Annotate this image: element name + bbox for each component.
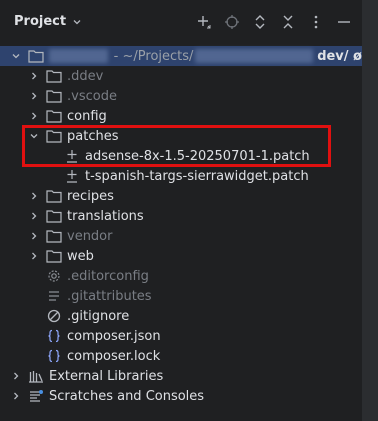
chevron-right-icon[interactable] xyxy=(10,390,22,402)
tree-item[interactable]: recipes xyxy=(0,186,362,206)
tree-item[interactable]: .editorconfig xyxy=(0,266,362,286)
tree-item[interactable]: composer.lock xyxy=(0,346,362,366)
tree-item[interactable]: .ddev xyxy=(0,66,362,86)
scrollbar[interactable] xyxy=(362,0,378,421)
collapse-all-icon[interactable] xyxy=(280,14,296,30)
project-view-selector[interactable]: Project xyxy=(14,14,82,29)
tree-item[interactable]: web xyxy=(0,246,362,266)
scratches-icon xyxy=(28,388,44,404)
tree-root-row[interactable]: - ~/Projects/ dev/ ø xyxy=(0,46,362,66)
chevron-right-icon[interactable] xyxy=(28,210,40,222)
folder-icon xyxy=(46,68,62,84)
folder-icon xyxy=(46,208,62,224)
tree-item-label: .gitignore xyxy=(67,308,130,324)
tree-item-label: translations xyxy=(67,208,144,224)
tree-item[interactable]: .vscode xyxy=(0,86,362,106)
tree-item-external-libraries[interactable]: External Libraries xyxy=(0,366,362,386)
folder-icon xyxy=(28,48,44,64)
tree-item-scratches[interactable]: Scratches and Consoles xyxy=(0,386,362,406)
json-icon xyxy=(46,348,62,364)
tree-item-label: composer.lock xyxy=(67,348,161,364)
tool-window-title: Project xyxy=(14,14,67,29)
folder-icon xyxy=(46,188,62,204)
project-path-suffix: dev/ ø xyxy=(317,48,362,64)
tree-item[interactable]: patches xyxy=(0,126,362,146)
chevron-down-icon xyxy=(72,17,82,27)
patch-icon xyxy=(64,148,80,164)
chevron-right-icon[interactable] xyxy=(28,70,40,82)
chevron-right-icon[interactable] xyxy=(28,90,40,102)
library-icon xyxy=(28,368,44,384)
minimize-icon[interactable] xyxy=(336,14,352,30)
project-path-prefix: - ~/Projects/ xyxy=(113,48,194,64)
add-icon[interactable] xyxy=(196,14,212,30)
ignore-icon xyxy=(46,308,62,324)
chevron-down-icon[interactable] xyxy=(10,50,22,62)
tree-item[interactable]: config xyxy=(0,106,362,126)
locate-icon[interactable] xyxy=(224,14,240,30)
chevron-right-icon[interactable] xyxy=(28,250,40,262)
patch-icon xyxy=(64,168,80,184)
chevron-right-icon[interactable] xyxy=(28,190,40,202)
chevron-right-icon[interactable] xyxy=(28,110,40,122)
tree-item[interactable]: t-spanish-targs-sierrawidget.patch xyxy=(0,166,362,186)
tree-item-label: t-spanish-targs-sierrawidget.patch xyxy=(85,168,309,184)
expand-all-icon[interactable] xyxy=(252,14,268,30)
folder-icon xyxy=(46,228,62,244)
chevron-right-icon[interactable] xyxy=(10,370,22,382)
tree-item-label: recipes xyxy=(67,188,114,204)
tree-item[interactable]: .gitattributes xyxy=(0,286,362,306)
folder-icon xyxy=(46,88,62,104)
folder-icon xyxy=(46,108,62,124)
tree-item[interactable]: .gitignore xyxy=(0,306,362,326)
tree-item-label: .vscode xyxy=(67,88,117,104)
tree-item-label: .ddev xyxy=(67,68,104,84)
tree-item[interactable]: translations xyxy=(0,206,362,226)
more-icon[interactable] xyxy=(308,14,324,30)
tree-item-label: adsense-8x-1.5-20250701-1.patch xyxy=(85,148,310,164)
tree-item-label: config xyxy=(67,108,107,124)
tree-item-label: patches xyxy=(67,128,119,144)
tree-item[interactable]: adsense-8x-1.5-20250701-1.patch xyxy=(0,146,362,166)
folder-icon xyxy=(46,128,62,144)
redacted-path xyxy=(195,49,314,63)
gear-icon xyxy=(46,268,62,284)
tool-window-toolbar xyxy=(196,14,352,30)
tree-item-label: External Libraries xyxy=(49,368,164,384)
folder-icon xyxy=(46,248,62,264)
redacted-project-name xyxy=(48,49,108,63)
text-file-icon xyxy=(46,288,62,304)
tree-item[interactable]: composer.json xyxy=(0,326,362,346)
chevron-down-icon[interactable] xyxy=(28,130,40,142)
chevron-right-icon[interactable] xyxy=(28,230,40,242)
tool-window-header: Project xyxy=(0,0,362,46)
tree-item-label: web xyxy=(67,248,94,264)
tree-item-label: vendor xyxy=(67,228,113,244)
tree-item-label: Scratches and Consoles xyxy=(49,388,205,404)
tree-item[interactable]: vendor xyxy=(0,226,362,246)
project-tool-window: Project - ~/Projects/ dev/ ø .ddev .vsco… xyxy=(0,0,363,421)
tree-item-label: .editorconfig xyxy=(67,268,149,284)
json-icon xyxy=(46,328,62,344)
tree-item-label: composer.json xyxy=(67,328,161,344)
tree-item-label: .gitattributes xyxy=(67,288,152,304)
